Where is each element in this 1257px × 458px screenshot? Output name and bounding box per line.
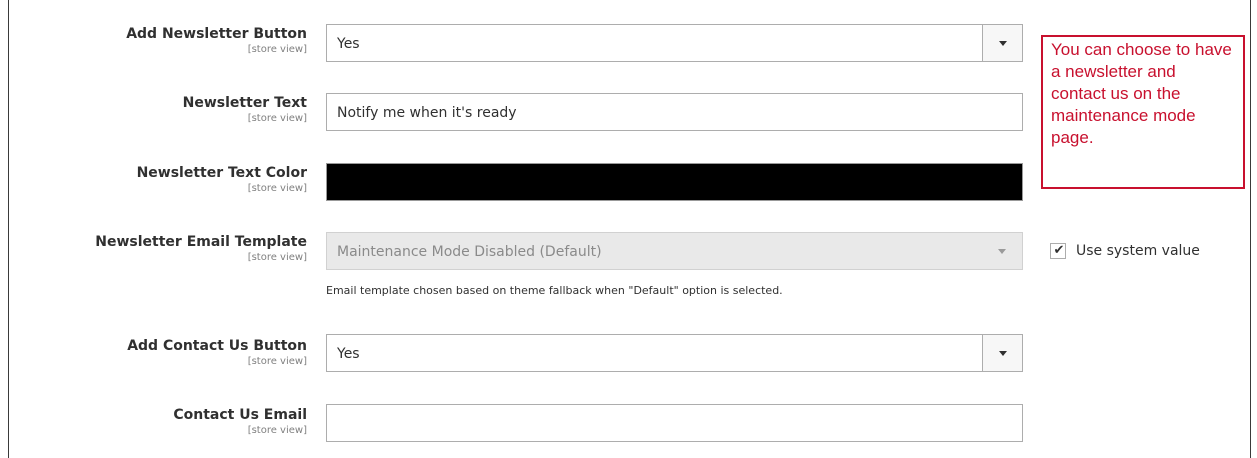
add-contact-us-button-select[interactable]: Yes (326, 334, 1023, 372)
field-title: Add Newsletter Button (126, 26, 307, 42)
newsletter-text-color-picker[interactable] (326, 163, 1023, 201)
newsletter-text-color-label: Newsletter Text Color [store view] (137, 165, 307, 195)
newsletter-email-template-label: Newsletter Email Template [store view] (95, 234, 307, 264)
checkbox[interactable]: ✔ (1050, 243, 1066, 259)
chevron-down-icon (998, 351, 1007, 356)
field-scope: [store view] (247, 113, 307, 124)
input-value: Notify me when it's ready (337, 105, 517, 121)
dropdown-button (982, 233, 1022, 269)
add-newsletter-button-label: Add Newsletter Button [store view] (126, 26, 307, 56)
chevron-down-icon (998, 41, 1007, 46)
newsletter-text-input[interactable]: Notify me when it's ready (326, 93, 1023, 131)
field-title: Add Contact Us Button (127, 338, 307, 354)
contact-us-email-input[interactable] (326, 404, 1023, 442)
field-scope: [store view] (247, 44, 307, 55)
add-newsletter-button-select[interactable]: Yes (326, 24, 1023, 62)
select-value: Maintenance Mode Disabled (Default) (337, 244, 602, 260)
select-value: Yes (337, 346, 360, 362)
newsletter-text-label: Newsletter Text [store view] (183, 95, 307, 125)
dropdown-button[interactable] (982, 335, 1022, 371)
chevron-down-icon (998, 249, 1006, 254)
dropdown-button[interactable] (982, 25, 1022, 61)
contact-us-email-label: Contact Us Email [store view] (173, 407, 307, 437)
field-title: Newsletter Email Template (95, 234, 307, 250)
use-system-value-checkbox[interactable]: ✔ Use system value (1050, 241, 1200, 261)
field-scope: [store view] (247, 356, 307, 367)
select-value: Yes (337, 36, 360, 52)
annotation-callout: You can choose to have a newsletter and … (1041, 35, 1245, 189)
newsletter-email-template-select[interactable]: Maintenance Mode Disabled (Default) (326, 232, 1023, 270)
field-scope: [store view] (247, 425, 307, 436)
field-title: Newsletter Text Color (136, 165, 307, 181)
field-scope: [store view] (247, 183, 307, 194)
field-title: Newsletter Text (182, 95, 307, 111)
field-title: Contact Us Email (173, 407, 307, 423)
add-contact-us-button-label: Add Contact Us Button [store view] (127, 338, 307, 368)
field-note: Email template chosen based on theme fal… (326, 284, 783, 297)
use-system-value-label: Use system value (1076, 243, 1200, 259)
checkmark-icon: ✔ (1053, 243, 1065, 258)
field-scope: [store view] (247, 252, 307, 263)
